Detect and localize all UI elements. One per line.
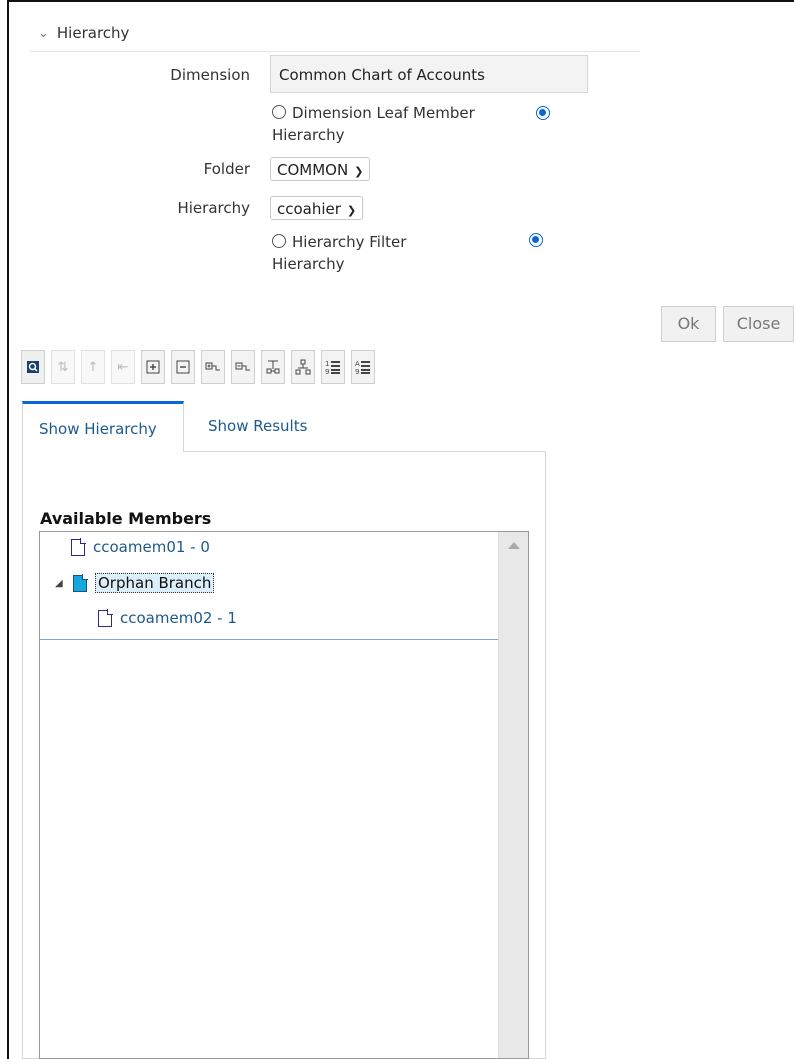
sort-alpha-icon[interactable]: A9	[351, 350, 375, 384]
hierarchy-radio-selected[interactable]	[529, 233, 543, 247]
leaf-document-icon	[71, 538, 86, 556]
collapse-all-icon[interactable]	[171, 350, 195, 384]
dimension-label: Dimension	[170, 66, 250, 84]
dimension-leaf-member-label: Dimension Leaf Member	[292, 104, 475, 122]
tab-show-hierarchy[interactable]: Show Hierarchy	[22, 401, 184, 452]
expand-branch-icon[interactable]	[201, 350, 225, 384]
chevron-down-icon: ⌄	[38, 25, 49, 41]
leaf-document-icon	[98, 609, 113, 627]
move-up-group-icon[interactable]: ↑	[81, 350, 105, 384]
folder-label: Folder	[203, 160, 250, 178]
ok-button[interactable]: Ok	[661, 306, 716, 342]
available-members-title: Available Members	[40, 509, 212, 528]
hierarchy-filter-option[interactable]: Hierarchy Filter Hierarchy	[272, 231, 406, 275]
chevron-down-icon: ❯	[354, 165, 364, 178]
move-up-icon[interactable]: ⇅	[51, 350, 75, 384]
search-icon[interactable]	[21, 350, 45, 384]
scroll-up-icon[interactable]	[508, 542, 520, 549]
vertical-scrollbar[interactable]	[498, 532, 528, 1058]
hierarchy-tree-icon[interactable]	[291, 350, 315, 384]
tree-node-ccoamem01[interactable]: ccoamem01 - 0	[71, 538, 210, 556]
tab-bar: Show Hierarchy Show Results	[22, 401, 546, 452]
tree-node-label[interactable]: ccoamem01 - 0	[93, 538, 210, 556]
move-left-icon[interactable]: ⇤	[111, 350, 135, 384]
radio-unselected-icon[interactable]	[272, 234, 286, 248]
svg-text:1: 1	[325, 360, 329, 368]
close-button[interactable]: Close	[723, 306, 794, 342]
chevron-down-icon: ❯	[346, 204, 357, 217]
top-level-icon[interactable]	[261, 350, 285, 384]
dimension-leaf-member-label-2: Hierarchy	[272, 126, 345, 144]
section-title: Hierarchy	[56, 24, 130, 42]
expand-all-icon[interactable]	[141, 350, 165, 384]
hierarchy-filter-label: Hierarchy Filter	[292, 233, 407, 251]
tab-show-results[interactable]: Show Results	[208, 401, 307, 452]
svg-text:9: 9	[355, 368, 359, 375]
radio-unselected-icon[interactable]	[272, 105, 286, 119]
branch-document-icon	[73, 574, 88, 592]
dimension-field[interactable]: Common Chart of Accounts	[270, 55, 588, 93]
hierarchy-label: Hierarchy	[177, 199, 250, 217]
tree-node-label[interactable]: ccoamem02 - 1	[120, 609, 237, 627]
hierarchy-radio-selected[interactable]	[536, 106, 550, 120]
folder-select-value: COMMON	[277, 161, 349, 179]
svg-text:9: 9	[325, 368, 329, 375]
hierarchy-select-value: ccoahier	[277, 200, 341, 218]
hierarchy-select[interactable]: ccoahier ❯	[270, 196, 364, 220]
tree-node-ccoamem02[interactable]: ccoamem02 - 1	[98, 609, 237, 627]
collapse-branch-icon[interactable]	[231, 350, 255, 384]
toolbar: ⇅ ↑ ⇤ 19 A9	[21, 350, 375, 384]
hierarchy-section-header[interactable]: ⌄ Hierarchy	[38, 24, 129, 42]
tree-separator	[40, 639, 498, 640]
sort-numeric-icon[interactable]: 19	[321, 350, 345, 384]
hierarchy-filter-label-2: Hierarchy	[272, 255, 345, 273]
svg-text:A: A	[355, 360, 360, 368]
tree-node-orphan-branch[interactable]: ◢ Orphan Branch	[55, 573, 215, 593]
tree-node-label[interactable]: Orphan Branch	[95, 573, 215, 593]
folder-select[interactable]: COMMON ❯	[270, 157, 371, 181]
section-divider	[30, 51, 640, 52]
dimension-leaf-member-option[interactable]: Dimension Leaf Member Hierarchy	[272, 102, 475, 146]
expanded-triangle-icon[interactable]: ◢	[55, 578, 65, 589]
